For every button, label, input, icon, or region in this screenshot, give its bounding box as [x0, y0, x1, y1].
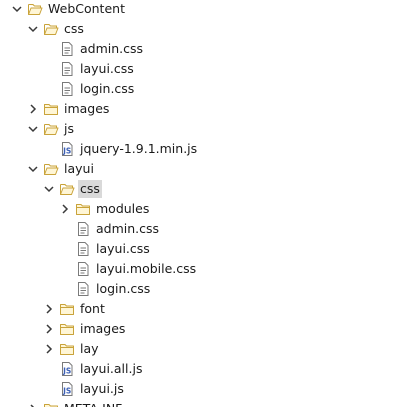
tree-item-css[interactable]: css [0, 19, 406, 39]
js-file-icon: JS [59, 141, 75, 157]
tree-item-layui-js[interactable]: JS layui.js [0, 379, 406, 399]
tree-item-css[interactable]: css [0, 179, 406, 199]
tree-item-login-css[interactable]: login.css [0, 79, 406, 99]
folder-icon [59, 301, 75, 317]
tree-item-label: css [64, 21, 84, 36]
css-file-icon [75, 221, 91, 237]
tree-item-label: lay [80, 341, 99, 356]
folder-icon [59, 341, 75, 357]
tree-item-images[interactable]: images [0, 99, 406, 119]
tree-item-label: META-INF [62, 400, 124, 407]
tree-item-label: jquery-1.9.1.min.js [80, 141, 198, 156]
tree-item-admin-css[interactable]: admin.css [0, 39, 406, 59]
tree-item-label: images [80, 321, 126, 336]
chevron-right-icon[interactable] [58, 202, 72, 216]
tree-item-layui[interactable]: layui [0, 159, 406, 179]
chevron-right-icon[interactable] [26, 102, 40, 116]
css-file-icon [59, 61, 75, 77]
tree-item-login-css[interactable]: login.css [0, 279, 406, 299]
chevron-right-icon[interactable] [42, 342, 56, 356]
svg-text:JS: JS [62, 367, 71, 376]
tree-item-js[interactable]: js [0, 119, 406, 139]
tree-item-jquery-1-9-1-min-js[interactable]: JS jquery-1.9.1.min.js [0, 139, 406, 159]
tree-item-label: WebContent [48, 1, 125, 16]
tree-item-label: layui.all.js [80, 361, 143, 376]
tree-item-label: modules [96, 201, 150, 216]
folder-icon [43, 101, 59, 117]
chevron-down-icon[interactable] [26, 22, 40, 36]
chevron-right-icon[interactable] [26, 402, 40, 407]
tree-item-lay[interactable]: lay [0, 339, 406, 359]
tree-item-label: admin.css [96, 221, 160, 236]
tree-item-label: layui [64, 161, 94, 176]
tree-item-label: layui.js [80, 381, 124, 396]
css-file-icon [59, 81, 75, 97]
tree-item-label: admin.css [80, 41, 144, 56]
chevron-down-icon[interactable] [26, 162, 40, 176]
css-file-icon [59, 41, 75, 57]
folder-icon [75, 201, 91, 217]
chevron-down-icon[interactable] [10, 2, 24, 16]
chevron-down-icon[interactable] [26, 122, 40, 136]
tree-item-label: layui.css [96, 241, 150, 256]
tree-item-modules[interactable]: modules [0, 199, 406, 219]
folder-open-icon [43, 21, 59, 37]
tree-item-label: login.css [80, 81, 135, 96]
tree-item-label: images [64, 101, 110, 116]
tree-item-layui-mobile-css[interactable]: layui.mobile.css [0, 259, 406, 279]
tree-item-images[interactable]: images [0, 319, 406, 339]
folder-open-icon [59, 181, 75, 197]
project-explorer-tree: WebContent css admin.css layui.css login.css… [0, 0, 406, 407]
tree-item-meta-inf[interactable]: META-INF [0, 399, 406, 407]
css-file-icon [75, 241, 91, 257]
chevron-down-icon[interactable] [42, 182, 56, 196]
tree-item-admin-css[interactable]: admin.css [0, 219, 406, 239]
tree-item-label: login.css [96, 281, 151, 296]
svg-text:JS: JS [62, 387, 71, 396]
chevron-right-icon[interactable] [42, 322, 56, 336]
folder-open-icon [43, 121, 59, 137]
folder-icon [43, 401, 59, 407]
tree-item-layui-css[interactable]: layui.css [0, 59, 406, 79]
svg-text:JS: JS [62, 147, 71, 156]
tree-item-label: layui.mobile.css [96, 261, 197, 276]
folder-icon [59, 321, 75, 337]
js-file-icon: JS [59, 361, 75, 377]
folder-open-icon [43, 161, 59, 177]
js-file-icon: JS [59, 381, 75, 397]
css-file-icon [75, 281, 91, 297]
tree-item-label: layui.css [80, 61, 134, 76]
chevron-right-icon[interactable] [42, 302, 56, 316]
tree-item-label: css [78, 180, 102, 198]
tree-item-webcontent[interactable]: WebContent [0, 0, 406, 19]
tree-item-layui-css[interactable]: layui.css [0, 239, 406, 259]
tree-item-layui-all-js[interactable]: JS layui.all.js [0, 359, 406, 379]
tree-item-label: font [80, 301, 105, 316]
tree-item-label: js [64, 121, 74, 136]
css-file-icon [75, 261, 91, 277]
folder-open-icon [27, 1, 43, 17]
tree-item-font[interactable]: font [0, 299, 406, 319]
